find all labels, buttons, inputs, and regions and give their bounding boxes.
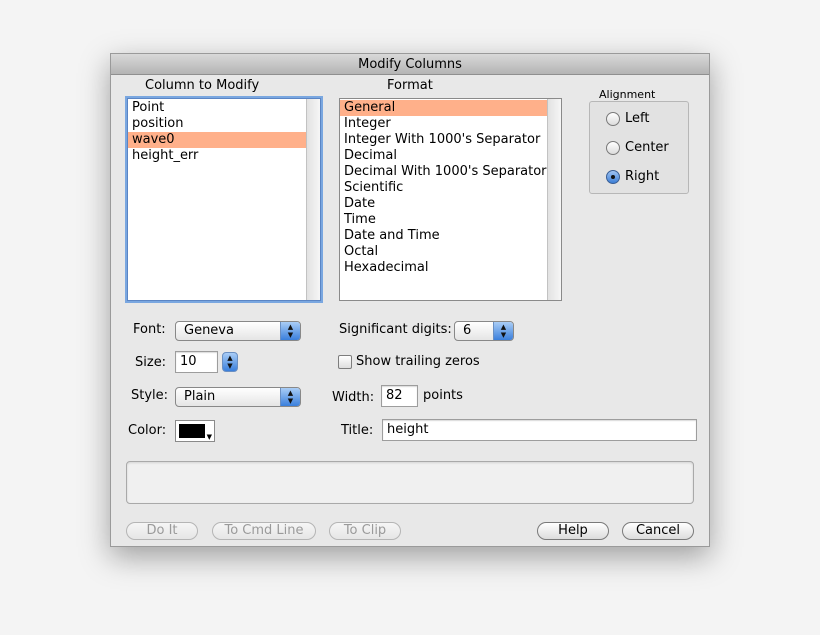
significant-digits-label: Significant digits:	[339, 322, 452, 337]
font-popup[interactable]: Geneva ▲ ▼	[175, 321, 301, 341]
cancel-button[interactable]: Cancel	[622, 522, 694, 540]
alignment-center-label: Center	[625, 140, 669, 155]
column-list-header: Column to Modify	[145, 78, 260, 93]
color-well[interactable]: ▼	[175, 420, 215, 442]
width-label: Width:	[332, 390, 375, 405]
title-label: Title:	[341, 423, 374, 438]
format-list-item[interactable]: Time	[340, 212, 547, 228]
alignment-right-label: Right	[625, 169, 660, 184]
chevron-down-icon: ▼	[206, 433, 212, 441]
size-label: Size:	[135, 355, 167, 370]
color-label: Color:	[128, 423, 167, 438]
alignment-group: Left Center Right	[589, 101, 689, 194]
width-input[interactable]: 82	[381, 385, 418, 407]
column-list-item[interactable]: height_err	[128, 148, 306, 164]
alignment-header: Alignment	[599, 88, 656, 101]
to-clip-button[interactable]: To Clip	[329, 522, 401, 540]
format-list-item[interactable]: Decimal	[340, 148, 547, 164]
size-input[interactable]: 10	[175, 351, 218, 373]
alignment-left-label: Left	[625, 111, 650, 126]
format-list[interactable]: General Integer Integer With 1000's Separa…	[339, 98, 562, 301]
show-trailing-zeros-label: Show trailing zeros	[356, 354, 480, 369]
column-list-item[interactable]: wave0	[128, 132, 306, 148]
significant-digits-value: 6	[463, 323, 472, 338]
format-list-item[interactable]: Scientific	[340, 180, 547, 196]
format-list-item[interactable]: Octal	[340, 244, 547, 260]
style-popup[interactable]: Plain ▲ ▼	[175, 387, 301, 407]
command-preview-area	[126, 461, 694, 504]
format-list-item[interactable]: Date	[340, 196, 547, 212]
format-list-item[interactable]: General	[340, 100, 547, 116]
format-list-header: Format	[387, 78, 433, 93]
width-unit-label: points	[423, 388, 463, 403]
format-list-item[interactable]: Integer	[340, 116, 547, 132]
updown-arrows-icon: ▲ ▼	[493, 322, 513, 340]
format-list-item[interactable]: Integer With 1000's Separator	[340, 132, 547, 148]
significant-digits-popup[interactable]: 6 ▲ ▼	[454, 321, 514, 341]
format-list-scrollbar[interactable]	[547, 99, 561, 300]
format-list-rows: General Integer Integer With 1000's Separa…	[340, 100, 547, 276]
format-list-item[interactable]: Hexadecimal	[340, 260, 547, 276]
color-swatch	[179, 424, 205, 438]
radio-left-icon	[606, 111, 620, 126]
radio-center-icon	[606, 140, 620, 155]
font-label: Font:	[133, 322, 166, 337]
alignment-left-option[interactable]: Left	[606, 111, 649, 129]
column-list[interactable]: Point position wave0 height_err	[127, 98, 321, 301]
radio-right-selected-icon	[606, 169, 620, 184]
do-it-button[interactable]: Do It	[126, 522, 198, 540]
updown-arrows-icon: ▲ ▼	[280, 322, 300, 340]
size-stepper[interactable]: ▲ ▼	[222, 352, 238, 372]
font-popup-value: Geneva	[184, 323, 234, 338]
window-title: Modify Columns	[111, 54, 709, 75]
show-trailing-zeros-checkbox[interactable]	[338, 355, 352, 369]
alignment-right-option[interactable]: Right	[606, 169, 659, 187]
style-label: Style:	[131, 388, 169, 403]
title-input[interactable]: height	[382, 419, 697, 441]
format-list-item[interactable]: Date and Time	[340, 228, 547, 244]
column-list-scrollbar[interactable]	[306, 99, 320, 300]
format-list-item[interactable]: Decimal With 1000's Separator	[340, 164, 547, 180]
column-list-rows: Point position wave0 height_err	[128, 100, 306, 164]
to-cmd-line-button[interactable]: To Cmd Line	[212, 522, 316, 540]
help-button[interactable]: Help	[537, 522, 609, 540]
modify-columns-dialog: Modify Columns Column to Modify Point pos…	[110, 53, 710, 547]
updown-arrows-icon: ▲ ▼	[280, 388, 300, 406]
column-list-item[interactable]: position	[128, 116, 306, 132]
column-list-item[interactable]: Point	[128, 100, 306, 116]
alignment-center-option[interactable]: Center	[606, 140, 669, 158]
style-popup-value: Plain	[184, 389, 216, 404]
